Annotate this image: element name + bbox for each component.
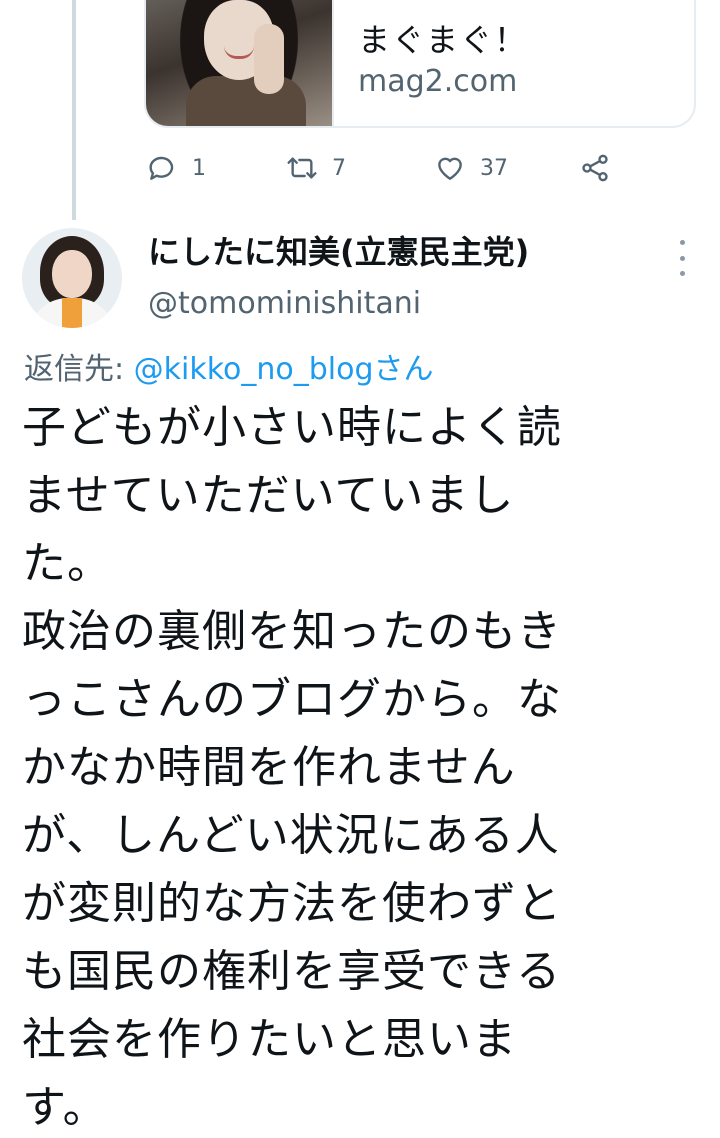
link-preview-card[interactable]: まぐまぐ！ mag2.com <box>144 0 696 128</box>
more-icon[interactable] <box>670 240 694 276</box>
tweet-body-line: 子どもが小さい時によく読 <box>22 402 562 453</box>
reply-icon <box>149 156 174 180</box>
tweet-body-line: す。 <box>22 1082 108 1133</box>
like-count: 37 <box>480 155 508 181</box>
retweet-count: 7 <box>332 155 346 181</box>
user-handle[interactable]: @tomominishitani <box>148 282 421 326</box>
tweet-body-line: かなか時間を作れません <box>22 742 516 793</box>
avatar[interactable] <box>22 228 122 328</box>
reply-count: 1 <box>192 155 206 181</box>
link-preview-thumbnail <box>146 0 334 126</box>
thread-connector-line <box>72 0 76 220</box>
reply-button[interactable]: 1 <box>146 152 286 184</box>
retweet-icon <box>287 157 317 179</box>
retweet-button[interactable]: 7 <box>286 152 434 184</box>
tweet-body-text: 子どもが小さい時によく読 ませていただいていまし た。 政治の裏側を知ったのもき… <box>22 394 672 1138</box>
tweet-body-line: も国民の権利を享受できる <box>22 946 562 997</box>
link-preview-text: まぐまぐ！ mag2.com <box>334 0 528 126</box>
tweet-body-line: た。 <box>22 538 112 589</box>
like-button[interactable]: 37 <box>434 152 579 184</box>
link-preview-title: まぐまぐ！ <box>358 21 529 59</box>
tweet-body-line: が、しんどい状況にある人 <box>22 810 560 861</box>
tweet-thread: まぐまぐ！ mag2.com 1 7 37 にしたに知美(立憲民主党) @tom… <box>0 0 720 1138</box>
share-icon <box>582 154 608 182</box>
tweet-body-line: っこさんのブログから。な <box>22 674 562 725</box>
reply-to-label: 返信先: <box>24 352 134 387</box>
user-display-name[interactable]: にしたに知美(立憲民主党) <box>148 228 529 276</box>
tweet-body-line: が変則的な方法を使わずと <box>22 878 562 929</box>
share-button[interactable] <box>579 152 611 184</box>
link-preview-domain: mag2.com <box>358 64 518 99</box>
tweet-body-line: 政治の裏側を知ったのもき <box>22 606 562 657</box>
tweet-body-line: 社会を作りたいと思いま <box>22 1014 517 1065</box>
reply-to-mention-link[interactable]: @kikko_no_blogさん <box>134 352 434 387</box>
tweet-body-line: ませていただいていまし <box>22 470 515 521</box>
tweet-action-bar: 1 7 37 <box>146 146 611 190</box>
reply-to-line: 返信先: @kikko_no_blogさん <box>24 348 434 392</box>
like-icon <box>438 157 462 180</box>
